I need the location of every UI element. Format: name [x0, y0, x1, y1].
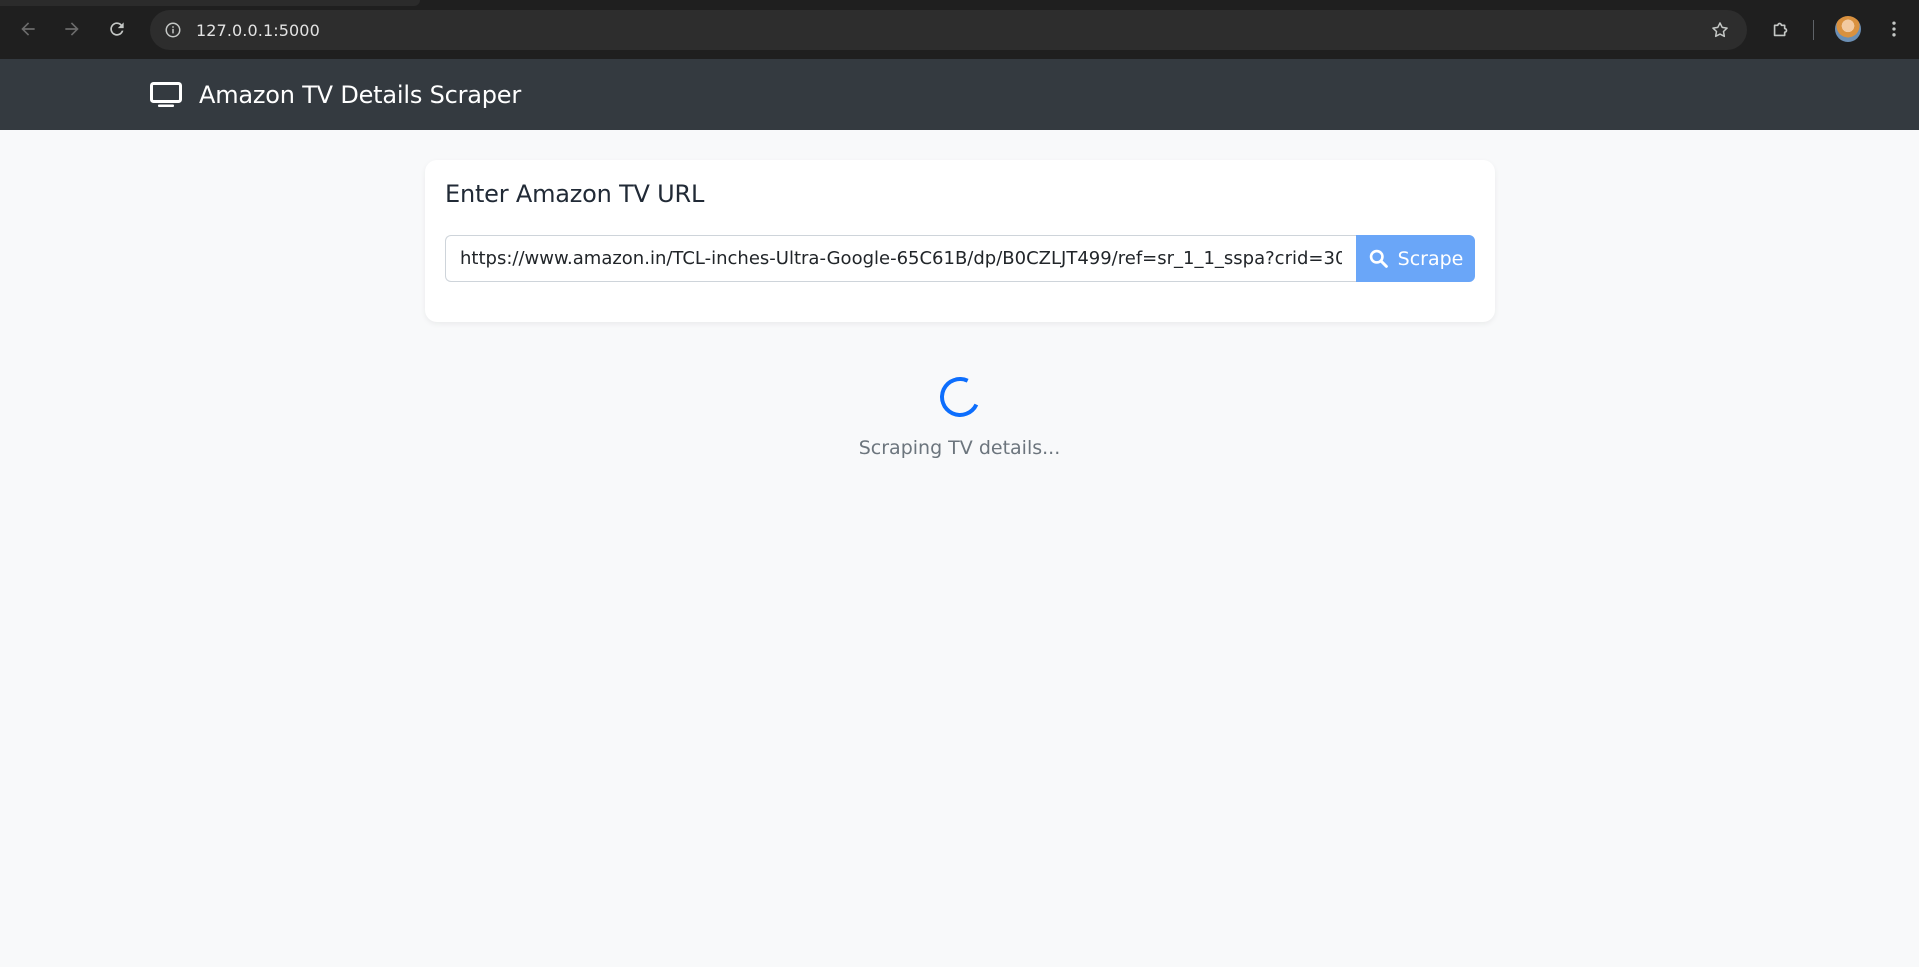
browser-toolbar: 127.0.0.1:5000: [0, 0, 1919, 59]
amazon-url-input[interactable]: [445, 235, 1356, 282]
reload-icon: [110, 22, 124, 36]
arrow-right-icon: [65, 22, 79, 36]
app-navbar: Amazon TV Details Scraper: [0, 59, 1919, 130]
url-text[interactable]: 127.0.0.1:5000: [196, 21, 320, 40]
address-bar[interactable]: 127.0.0.1:5000: [150, 10, 1747, 50]
back-button[interactable]: [13, 14, 43, 44]
navbar-brand[interactable]: Amazon TV Details Scraper: [150, 79, 521, 111]
forward-button[interactable]: [57, 14, 87, 44]
site-info-button[interactable]: [160, 17, 186, 43]
url-form-card: Enter Amazon TV URL Scrape: [425, 160, 1495, 322]
tv-icon: [150, 82, 182, 107]
loading-text: Scraping TV details...: [858, 437, 1061, 459]
kebab-menu-icon: [1892, 21, 1896, 37]
active-tab-edge: [0, 0, 420, 6]
bookmark-button[interactable]: [1709, 19, 1731, 41]
search-icon: [1369, 249, 1388, 268]
navbar-title: Amazon TV Details Scraper: [199, 81, 522, 109]
loading-spinner: [934, 371, 986, 423]
toolbar-separator: [1813, 20, 1814, 40]
browser-menu-button[interactable]: [1879, 14, 1909, 44]
scrape-button-label: Scrape: [1397, 247, 1464, 270]
url-input-group: Scrape: [445, 235, 1475, 282]
info-icon: [165, 22, 181, 38]
scrape-button[interactable]: Scrape: [1356, 235, 1475, 282]
card-title: Enter Amazon TV URL: [445, 180, 705, 208]
star-icon: [1712, 22, 1728, 38]
arrow-left-icon: [21, 22, 35, 36]
extensions-button[interactable]: [1766, 14, 1796, 44]
puzzle-icon: [1773, 22, 1788, 37]
profile-avatar[interactable]: [1835, 16, 1861, 42]
reload-button[interactable]: [102, 14, 132, 44]
